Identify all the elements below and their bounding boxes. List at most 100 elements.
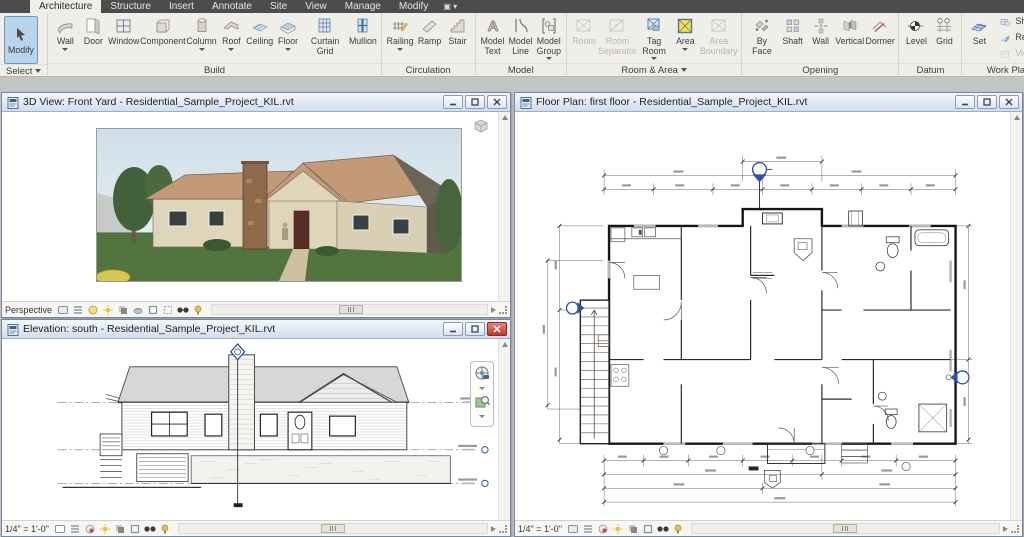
3d-view-titlebar[interactable]: 3D View: Front Yard - Residential_Sample… xyxy=(2,93,510,112)
3d-view-scale[interactable]: Perspective xyxy=(5,305,52,315)
model-line-button[interactable]: Model Line xyxy=(507,14,535,57)
floorplan-canvas[interactable] xyxy=(515,112,1022,520)
floorplan-horizontal-scrollbar[interactable] xyxy=(691,523,1000,534)
datum-panel-label[interactable]: Datum xyxy=(899,63,961,77)
3d-horizontal-scrollbar[interactable] xyxy=(211,304,488,315)
crop-view-icon[interactable] xyxy=(147,304,159,315)
stair-button[interactable]: Stair xyxy=(444,14,472,48)
floorplan-minimize-button[interactable] xyxy=(955,95,975,109)
vertical-opening-button[interactable]: Vertical xyxy=(835,14,865,48)
temporary-hide-isolate-icon[interactable] xyxy=(177,304,189,315)
floorplan-scroll-right-arrow[interactable] xyxy=(1003,526,1008,532)
railing-dropdown-icon[interactable] xyxy=(397,48,403,51)
3d-scroll-right-arrow[interactable] xyxy=(491,307,496,313)
view-scale-icon[interactable] xyxy=(54,523,66,534)
temporary-hide-isolate-icon[interactable] xyxy=(657,523,669,534)
floorplan-view-scale[interactable]: 1/4" = 1'-0" xyxy=(518,524,562,534)
component-button[interactable]: Component xyxy=(140,14,186,48)
visual-style-icon[interactable] xyxy=(87,304,99,315)
elevation-titlebar[interactable]: Elevation: south - Residential_Sample_Pr… xyxy=(2,320,510,339)
tag-room-button[interactable]: Tag Room xyxy=(637,14,671,61)
model-group-dropdown-icon[interactable] xyxy=(546,57,552,60)
model-panel-label[interactable]: Model xyxy=(476,63,566,77)
crop-region-visibility-icon[interactable] xyxy=(162,304,174,315)
reveal-hidden-elements-icon[interactable] xyxy=(672,523,684,534)
floorplan-close-button[interactable] xyxy=(999,95,1019,109)
mullion-button[interactable]: Mullion xyxy=(348,14,378,48)
elevation-vertical-scrollbar[interactable] xyxy=(498,339,510,520)
door-button[interactable]: Door xyxy=(79,14,107,48)
ribbon-state-toggle-icon[interactable]: ▣ ▾ xyxy=(443,2,457,11)
3d-resize-grip[interactable] xyxy=(499,306,507,314)
floor-dropdown-icon[interactable] xyxy=(285,48,291,51)
floor-button[interactable]: Floor xyxy=(274,14,302,52)
area-dropdown-icon[interactable] xyxy=(682,48,688,51)
floorplan-maximize-button[interactable] xyxy=(977,95,997,109)
visual-style-icon[interactable] xyxy=(597,523,609,534)
detail-level-icon[interactable] xyxy=(582,523,594,534)
3d-close-button[interactable] xyxy=(487,95,507,109)
tab-modify[interactable]: Modify xyxy=(390,0,437,13)
elevation-scroll-right-arrow[interactable] xyxy=(491,526,496,532)
floorplan-vertical-scrollbar[interactable] xyxy=(1010,112,1022,520)
tab-site[interactable]: Site xyxy=(261,0,296,13)
column-button[interactable]: Column xyxy=(186,14,218,52)
reveal-hidden-elements-icon[interactable] xyxy=(192,304,204,315)
room-area-panel-label[interactable]: Room & Area xyxy=(567,63,741,77)
show-work-plane-button[interactable]: Show xyxy=(995,14,1024,30)
shadows-icon[interactable] xyxy=(117,304,129,315)
3d-minimize-button[interactable] xyxy=(443,95,463,109)
viewcube-icon[interactable] xyxy=(472,118,490,139)
detail-level-icon[interactable] xyxy=(69,523,81,534)
view-scale-icon[interactable] xyxy=(567,523,579,534)
roof-button[interactable]: Roof xyxy=(217,14,245,52)
elevation-canvas[interactable] xyxy=(2,339,510,520)
modify-button[interactable]: Modify xyxy=(4,16,38,64)
shadows-icon[interactable] xyxy=(114,523,126,534)
area-button[interactable]: Area xyxy=(671,14,699,52)
build-panel-label[interactable]: Build xyxy=(48,63,380,77)
grid-button[interactable]: Grid xyxy=(930,14,958,48)
reveal-hidden-elements-icon[interactable] xyxy=(159,523,171,534)
detail-level-icon[interactable] xyxy=(72,304,84,315)
steering-wheel-dropdown-icon[interactable] xyxy=(479,387,485,390)
steering-wheel-icon[interactable] xyxy=(474,365,490,386)
curtain-grid-button[interactable]: Curtain Grid xyxy=(302,14,348,57)
dormer-button[interactable]: Dormer xyxy=(865,14,896,48)
ref-plane-button[interactable]: Ref Plane xyxy=(995,30,1024,46)
model-group-button[interactable]: Model Group xyxy=(535,14,563,61)
visual-style-icon[interactable] xyxy=(84,523,96,534)
view-scale-icon[interactable] xyxy=(57,304,69,315)
elevation-horizontal-scrollbar[interactable] xyxy=(178,523,488,534)
tab-structure[interactable]: Structure xyxy=(101,0,160,13)
sun-path-icon[interactable] xyxy=(99,523,111,534)
tab-annotate[interactable]: Annotate xyxy=(203,0,261,13)
wall-button[interactable]: Wall xyxy=(51,14,79,52)
floorplan-resize-grip[interactable] xyxy=(1011,525,1019,533)
set-button[interactable]: Set xyxy=(965,14,993,48)
wall-dropdown-icon[interactable] xyxy=(62,48,68,51)
sun-path-icon[interactable] xyxy=(102,304,114,315)
ramp-button[interactable]: Ramp xyxy=(416,14,444,48)
elevation-maximize-button[interactable] xyxy=(465,322,485,336)
roof-dropdown-icon[interactable] xyxy=(228,48,234,51)
work-plane-panel-label[interactable]: Work Plane xyxy=(962,63,1024,77)
by-face-button[interactable]: By Face xyxy=(745,14,778,57)
circulation-panel-label[interactable]: Circulation xyxy=(382,63,475,77)
tag-room-dropdown-icon[interactable] xyxy=(651,57,657,60)
elevation-resize-grip[interactable] xyxy=(499,525,507,533)
elevation-minimize-button[interactable] xyxy=(443,322,463,336)
tab-manage[interactable]: Manage xyxy=(336,0,390,13)
temporary-hide-isolate-icon[interactable] xyxy=(144,523,156,534)
sun-path-icon[interactable] xyxy=(612,523,624,534)
zoom-dropdown-icon[interactable] xyxy=(479,415,485,418)
shaft-button[interactable]: Shaft xyxy=(779,14,807,48)
3d-maximize-button[interactable] xyxy=(465,95,485,109)
column-dropdown-icon[interactable] xyxy=(199,48,205,51)
tab-architecture[interactable]: Architecture xyxy=(30,0,101,13)
3d-vertical-scrollbar[interactable] xyxy=(498,112,510,301)
ceiling-button[interactable]: Ceiling xyxy=(245,14,274,48)
railing-button[interactable]: Railing xyxy=(385,14,416,52)
level-button[interactable]: Level xyxy=(902,14,930,48)
crop-view-icon[interactable] xyxy=(129,523,141,534)
